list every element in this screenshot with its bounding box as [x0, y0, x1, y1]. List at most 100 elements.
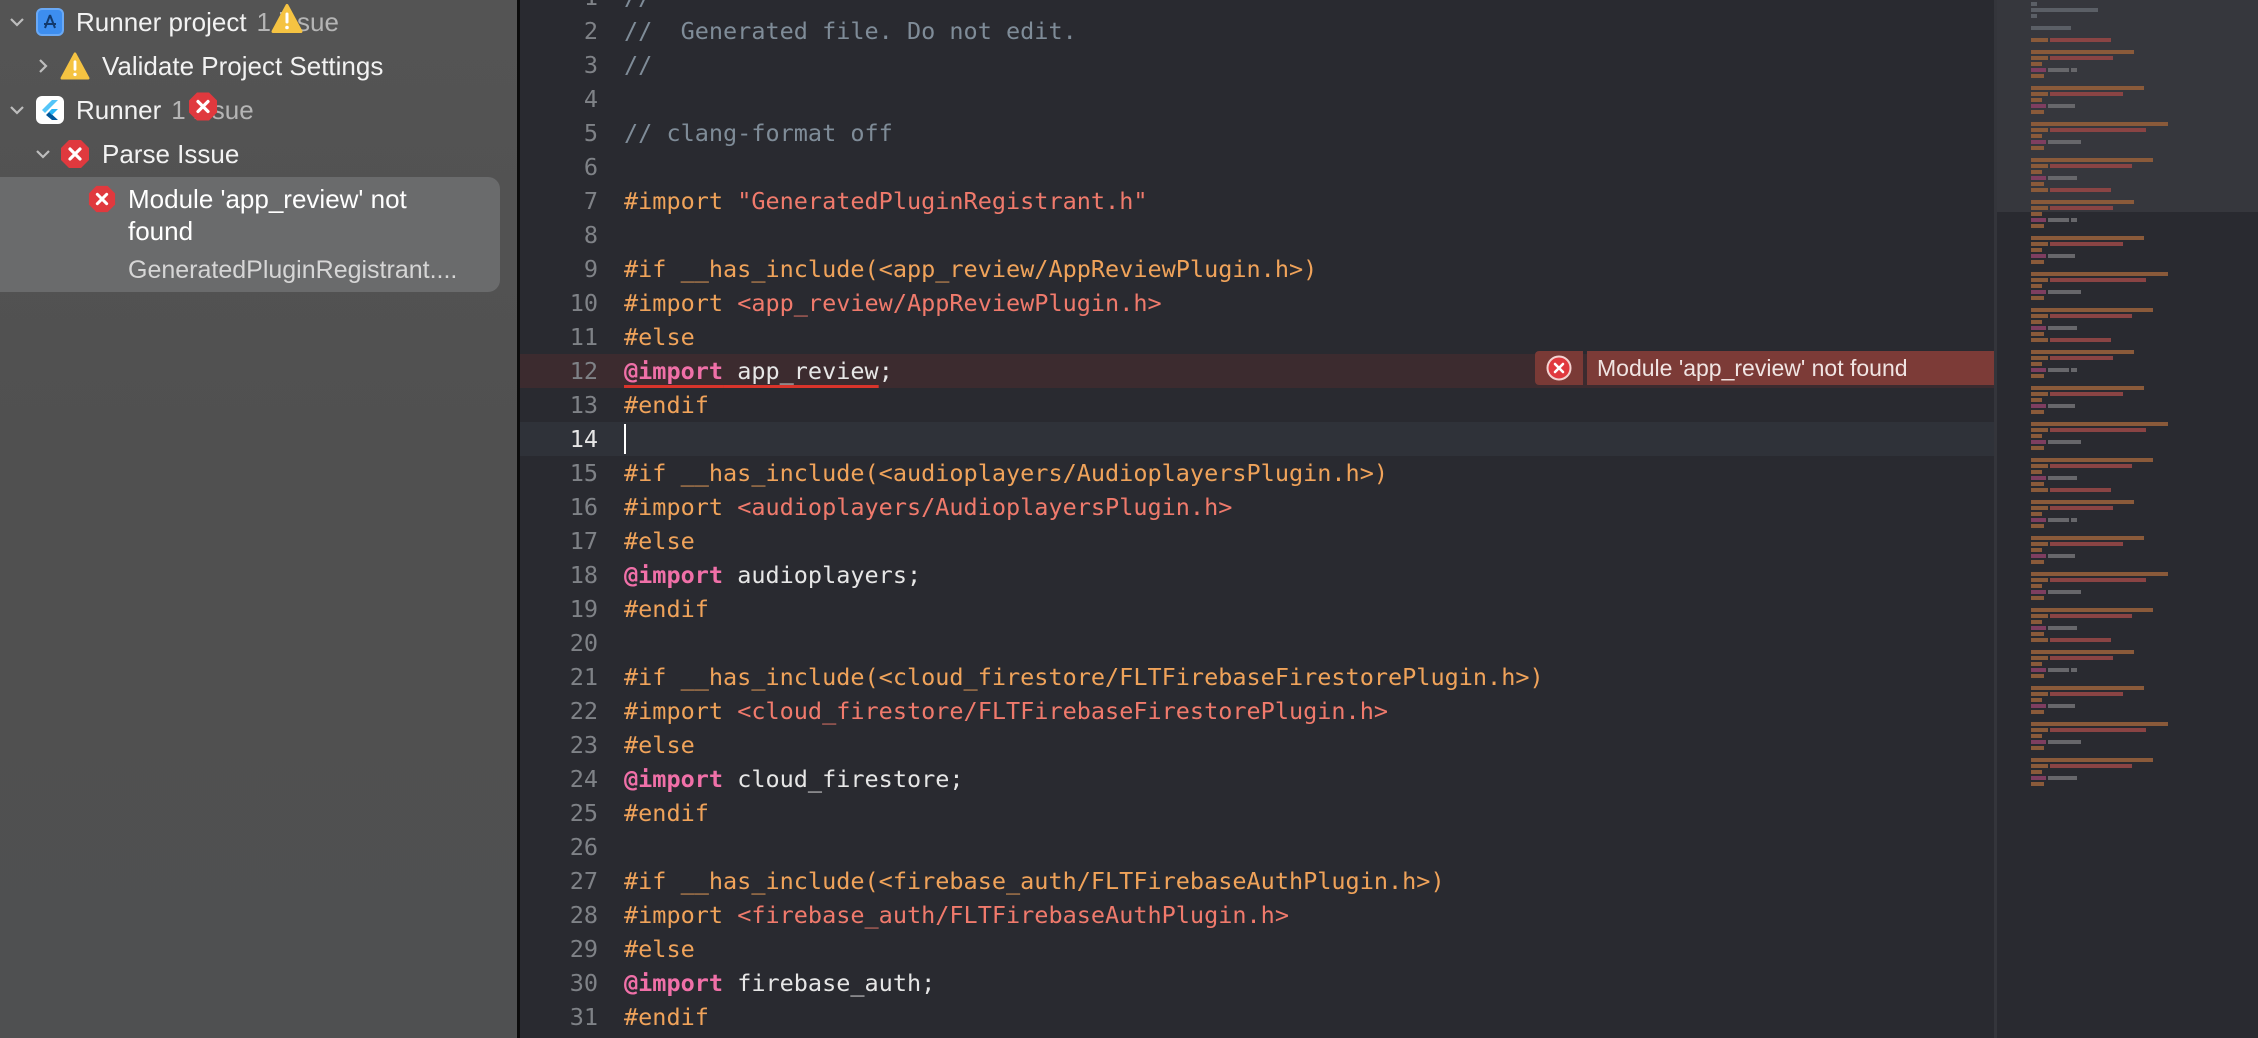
chevron-down-icon[interactable]	[32, 143, 54, 165]
code-line[interactable]: 31 #endif	[520, 1000, 1994, 1034]
code-text: #if __has_include(<audioplayers/Audiopla…	[624, 456, 1388, 490]
code-line[interactable]: 13 #endif	[520, 388, 1994, 422]
minimap-token	[2031, 314, 2048, 318]
code-line[interactable]: 6	[520, 150, 1994, 184]
code-line[interactable]: 21 #if __has_include(<cloud_firestore/FLT…	[520, 660, 1994, 694]
issue-item-parse-issue[interactable]: Parse Issue	[0, 132, 239, 176]
line-number: 21	[569, 663, 598, 691]
code-token: @import	[624, 561, 724, 589]
chevron-down-icon[interactable]	[6, 99, 28, 121]
warning-icon	[271, 4, 303, 41]
minimap-token	[2031, 188, 2048, 192]
minimap-token	[2031, 212, 2042, 216]
minimap-token	[2049, 164, 2132, 168]
code-line[interactable]: 8	[520, 218, 1994, 252]
code-line[interactable]: 15 #if __has_include(<audioplayers/Audiop…	[520, 456, 1994, 490]
code-text: #endif	[624, 388, 709, 422]
minimap-token	[2031, 326, 2046, 330]
code-line[interactable]: 23 #else	[520, 728, 1994, 762]
code-line[interactable]: 2 // Generated file. Do not edit.	[520, 14, 1994, 48]
minimap-token	[2047, 290, 2082, 294]
code-text: #endif	[624, 1000, 709, 1034]
minimap-token	[2031, 404, 2046, 408]
code-line[interactable]: 25 #endif	[520, 796, 1994, 830]
minimap-token	[2031, 488, 2048, 492]
minimap-token	[2031, 254, 2046, 258]
minimap-token	[2031, 68, 2046, 72]
error-icon	[188, 92, 218, 129]
minimap-token	[2031, 164, 2048, 168]
code-line[interactable]: 28 #import <firebase_auth/FLTFirebaseAuth…	[520, 898, 1994, 932]
chevron-right-icon[interactable]	[32, 55, 54, 77]
code-line[interactable]: 4	[520, 82, 1994, 116]
line-number: 13	[569, 391, 598, 419]
minimap-token	[2031, 224, 2044, 228]
code-text: #import "GeneratedPluginRegistrant.h"	[624, 184, 1148, 218]
code-line[interactable]: 11 #else	[520, 320, 1994, 354]
minimap-token	[2031, 446, 2044, 450]
code-line[interactable]: 3 //	[520, 48, 1994, 82]
code-line[interactable]: 19 #endif	[520, 592, 1994, 626]
line-number: 3	[583, 51, 598, 79]
minimap-token	[2049, 338, 2111, 342]
issue-label: Parse Issue	[102, 138, 240, 169]
code-line[interactable]: 17 #else	[520, 524, 1994, 558]
minimap-token	[2031, 596, 2044, 600]
code-text: //	[624, 0, 652, 14]
minimap-token	[2031, 734, 2042, 738]
code-token: @import	[624, 969, 724, 997]
minimap-token	[2031, 422, 2168, 426]
source-editor[interactable]: 31 #endif 30 @import firebase_auth; 29 #else 2…	[520, 0, 1994, 1038]
code-line[interactable]: 14	[520, 422, 1994, 456]
minimap-token	[2031, 608, 2153, 612]
minimap[interactable]	[1994, 0, 2258, 1038]
minimap-token	[2049, 242, 2124, 246]
issue-group-runner-project[interactable]: Runner project 1 issue	[0, 0, 339, 44]
code-line[interactable]: 16 #import <audioplayers/AudioplayersPlug…	[520, 490, 1994, 524]
code-token: firebase_auth;	[723, 969, 936, 997]
code-token: #endif	[624, 595, 709, 623]
code-line[interactable]: 20	[520, 626, 1994, 660]
minimap-token	[2047, 554, 2075, 558]
issue-group-runner[interactable]: Runner 1 issue	[0, 88, 254, 132]
error-icon	[60, 139, 90, 169]
code-line[interactable]: 1 //	[520, 0, 1994, 14]
code-token: cloud_firestore;	[723, 765, 964, 793]
minimap-token	[2031, 386, 2145, 390]
group-name: Runner	[76, 94, 162, 125]
line-number: 2	[583, 17, 598, 45]
minimap-token	[2031, 692, 2048, 696]
minimap-token	[2031, 62, 2042, 66]
code-token: #endif	[624, 799, 709, 827]
code-line[interactable]: 5 // clang-format off	[520, 116, 1994, 150]
code-line[interactable]: 26	[520, 830, 1994, 864]
code-line[interactable]: 18 @import audioplayers;	[520, 558, 1994, 592]
code-line[interactable]: 10 #import <app_review/AppReviewPlugin.h>	[520, 286, 1994, 320]
minimap-token	[2031, 146, 2044, 150]
minimap-token	[2070, 218, 2077, 222]
code-line[interactable]: 29 #else	[520, 932, 1994, 966]
minimap-token	[2031, 524, 2044, 528]
issue-item-validate-project-settings[interactable]: Validate Project Settings	[0, 44, 383, 88]
minimap-token	[2049, 206, 2113, 210]
code-line[interactable]: 24 @import cloud_firestore;	[520, 762, 1994, 796]
chevron-down-icon[interactable]	[6, 11, 28, 33]
code-text: #if __has_include(<cloud_firestore/FLTFi…	[624, 660, 1544, 694]
line-number: 1	[520, 0, 598, 14]
minimap-token	[2031, 284, 2042, 288]
code-text: #if __has_include(<app_review/AppReviewP…	[624, 252, 1317, 286]
code-text: @import app_review;	[624, 354, 893, 388]
code-line[interactable]: 30 @import firebase_auth;	[520, 966, 1994, 1000]
error-annotation[interactable]: Module 'app_review' not found	[1535, 351, 1994, 385]
code-token: @import	[624, 357, 724, 385]
code-line[interactable]: 22 #import <cloud_firestore/FLTFirebaseFi…	[520, 694, 1994, 728]
code-line[interactable]: 9 #if __has_include(<app_review/AppReview…	[520, 252, 1994, 286]
minimap-token	[2031, 776, 2046, 780]
code-line[interactable]: 7 #import "GeneratedPluginRegistrant.h"	[520, 184, 1994, 218]
line-number: 12	[569, 357, 598, 385]
code-line[interactable]: 27 #if __has_include(<firebase_auth/FLTFi…	[520, 864, 1994, 898]
minimap-token	[2031, 584, 2042, 588]
minimap-token	[2049, 464, 2132, 468]
code-token: #if __has_include(<app_review/AppReviewP…	[624, 255, 1318, 283]
line-number: 4	[583, 85, 598, 113]
